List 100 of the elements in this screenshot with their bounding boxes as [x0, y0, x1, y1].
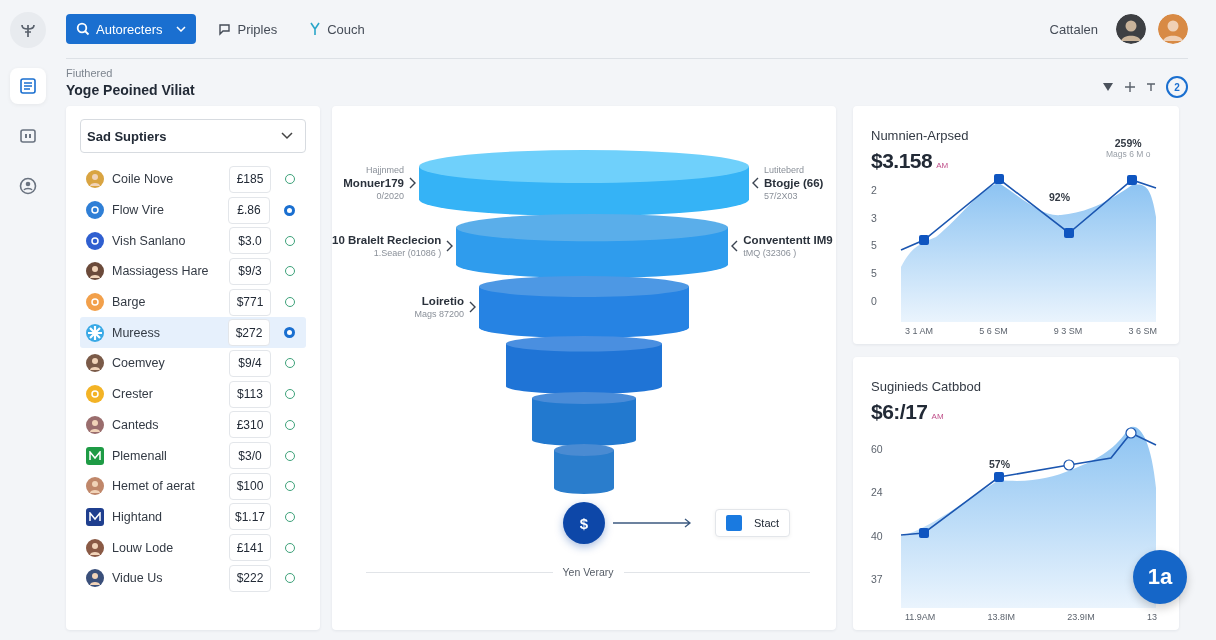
amount-field: $1.17 [229, 503, 271, 531]
funnel-caption: Lutiteberd [764, 165, 806, 175]
data-point [1127, 175, 1137, 185]
supplier-row[interactable]: Barge $771 [80, 286, 306, 318]
caret-icon [176, 26, 187, 32]
supplier-row[interactable]: Mureess $272 [80, 317, 306, 349]
y-tick-label: 5 [871, 267, 878, 282]
breadcrumb: Fiuthered [66, 67, 114, 79]
supplier-dropdown[interactable]: Sad Suptiers [80, 119, 306, 153]
data-point [1063, 459, 1075, 471]
chevron-icon [730, 240, 740, 252]
chevron-icon [445, 240, 455, 252]
radio-button[interactable] [284, 327, 295, 339]
arrow-icon [613, 518, 693, 528]
amount-field: $771 [229, 288, 271, 316]
supplier-row[interactable]: Crester $113 [80, 378, 306, 410]
nav-button[interactable]: Autorecters [66, 14, 197, 44]
y-tick-label: 5 [871, 239, 878, 254]
page-title: Yoge Peoined Viliat [66, 82, 196, 98]
supplier-name: Vish Sanlano [112, 233, 187, 248]
amount-field: $100 [229, 472, 271, 500]
funnel-stage-label: 10 Bralelt Reclecion [332, 234, 442, 246]
supplier-row[interactable]: Coemvey $9/4 [80, 348, 306, 379]
triangle-icon[interactable] [1102, 82, 1114, 92]
amount-field: $3/0 [229, 442, 271, 470]
supplier-row[interactable]: Flow Vire £.86 [80, 194, 306, 226]
funnel-stage-label: Monuer179 [343, 177, 404, 189]
funnel-stage-value: 1.Seaer (01086 ) [372, 248, 442, 258]
user-icon [18, 176, 38, 196]
amount-field: $3.0 [229, 227, 271, 255]
supplier-name: Plemenall [112, 448, 168, 463]
y-tick-label: 60 [871, 442, 884, 457]
funnel-caption: Hajjnmed [364, 165, 404, 175]
supplier-row[interactable]: Coile Nove £185 [80, 164, 306, 195]
y-tick-label: 0 [871, 295, 878, 310]
data-point [919, 528, 929, 538]
x-tick-label: 23.9IM [1067, 612, 1095, 622]
x-tick-label: 9 3 SM [1053, 326, 1083, 336]
text-icon[interactable] [1146, 82, 1156, 92]
supplier-name: Coemvey [112, 356, 166, 371]
supplier-name: Hemet of aerat [112, 479, 196, 494]
logo-icon[interactable] [10, 12, 46, 48]
supplier-row[interactable]: Louw Lode £141 [80, 532, 306, 563]
supplier-row[interactable]: Canteds £310 [80, 409, 306, 441]
amount-field: £141 [229, 534, 271, 562]
supplier-row[interactable]: Hightand $1.17 [80, 501, 306, 533]
supplier-name: Crester [112, 387, 154, 402]
funnel-stage-label: Convententt IM9 [743, 234, 833, 246]
dollar-badge: $ [563, 502, 605, 544]
x-tick-label: 5 6 SM [979, 326, 1008, 336]
supplier-name: Vidue Us [112, 571, 164, 586]
point-label: 57% [989, 458, 1010, 470]
supplier-name: Coile Nove [112, 172, 175, 187]
data-point [994, 472, 1004, 482]
sidebar-button[interactable] [10, 68, 46, 104]
metric-unit: AM [936, 161, 949, 170]
chevron-icon [408, 177, 417, 189]
y-tick-label: 3 [871, 211, 878, 226]
legend-label: Stact [754, 517, 780, 529]
chevron-icon [751, 177, 760, 189]
supplier-name: Massiagess Hare [112, 264, 210, 279]
card-title: Suginieds Catbbod [871, 379, 982, 394]
metric-value: $6:/17 [871, 400, 928, 424]
y-tick-label: 24 [871, 486, 884, 501]
funnel-stage-value: Mags 87200 [414, 309, 464, 319]
radio-button[interactable] [284, 204, 295, 216]
y-tick-label: 40 [871, 529, 884, 544]
data-point [994, 174, 1004, 184]
nav-button[interactable]: Priples [208, 14, 288, 44]
point-sublabel: Mags 6 M o [1106, 149, 1151, 159]
avatar-icon[interactable] [1116, 14, 1146, 44]
metric-value: $3.158 [871, 149, 933, 173]
point-label: 92% [1049, 191, 1070, 203]
funnel-footer: Yen Verary [562, 566, 614, 578]
supplier-row[interactable]: Plemenall $3/0 [80, 440, 306, 471]
supplier-row[interactable]: Vish Sanlano $3.0 [80, 225, 306, 257]
supplier-row[interactable]: Massiagess Hare $9/3 [80, 256, 306, 287]
data-point [919, 235, 929, 245]
supplier-name: Canteds [112, 417, 160, 432]
funnel-stage-label: Loiretio [420, 295, 464, 307]
supplier-row[interactable]: Hemet of aerat $100 [80, 470, 306, 502]
supplier-name: Barge [112, 295, 147, 310]
legend-swatch [726, 515, 742, 531]
chevron-icon [468, 301, 477, 313]
amount-field: $222 [229, 564, 271, 592]
data-point [1125, 427, 1137, 439]
supplier-name: Flow Vire [112, 203, 165, 218]
amount-field: £310 [229, 411, 271, 439]
amount-field: $9/3 [229, 257, 271, 285]
amount-field: $9/4 [229, 349, 271, 377]
point-label: 259% [1114, 137, 1142, 149]
supplier-name: Mureess [112, 325, 161, 340]
supplier-name: Louw Lode [112, 540, 175, 555]
nav-button[interactable]: Couch [299, 14, 375, 44]
funnel-stage-label: Btogje (66) [764, 177, 824, 189]
x-tick-label: 13.8IM [987, 612, 1016, 622]
metric-unit: AM [931, 412, 944, 421]
plus-icon[interactable] [1124, 81, 1136, 93]
count-badge[interactable]: 2 [1166, 76, 1188, 98]
supplier-row[interactable]: Vidue Us $222 [80, 562, 306, 594]
